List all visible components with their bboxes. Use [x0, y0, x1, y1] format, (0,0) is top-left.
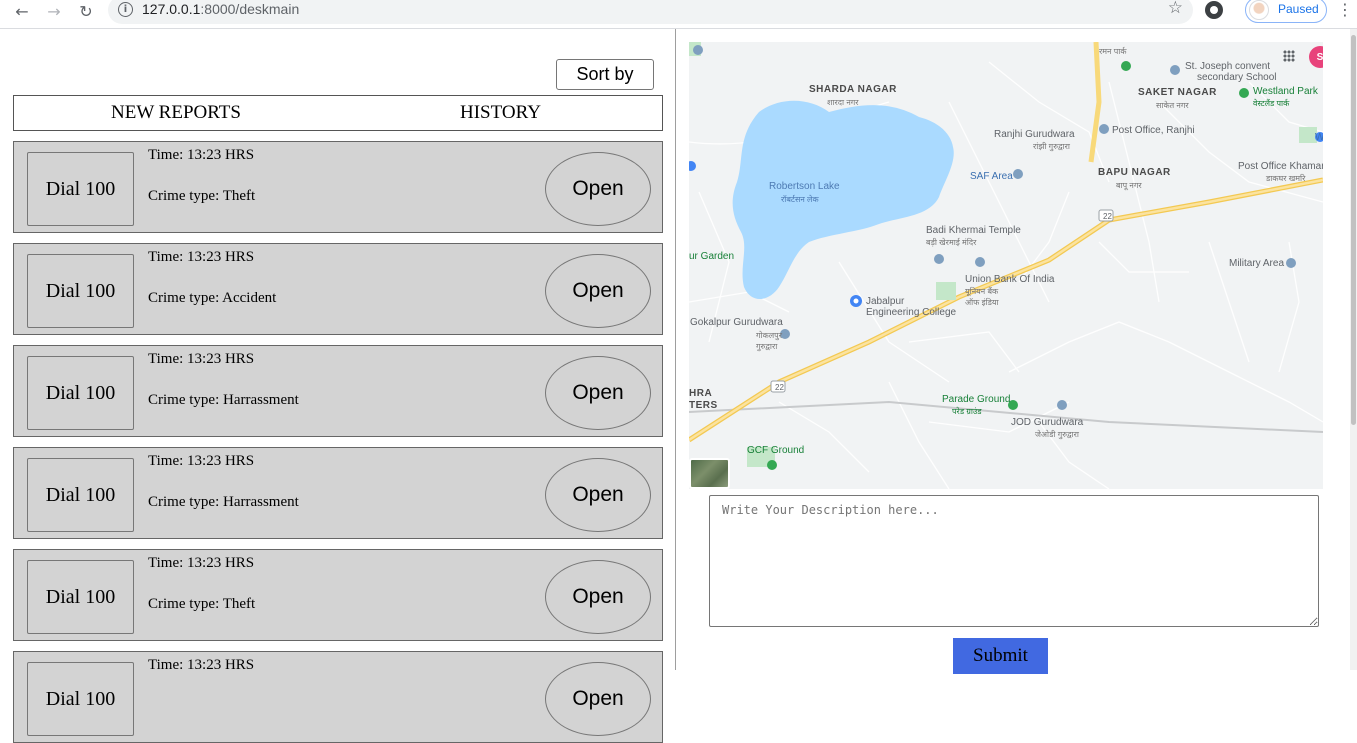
map-label: Parade Ground	[942, 394, 1011, 405]
map-label: Badi Khermai Temple	[926, 225, 1021, 236]
description-textarea[interactable]	[709, 495, 1319, 627]
map-label: Post Office Khamari	[1238, 161, 1323, 172]
forward-arrow-icon[interactable]: →	[40, 0, 68, 22]
map-label: रॉबर्टसन लेक	[781, 195, 819, 204]
map-label: Westland Park	[1253, 86, 1318, 97]
map-label: रमन पार्क	[1099, 47, 1127, 56]
sort-by-button[interactable]: Sort by	[556, 59, 654, 90]
open-report-button[interactable]: Open	[545, 356, 651, 430]
submit-button[interactable]: Submit	[953, 638, 1048, 674]
address-bar[interactable]: i 127.0.0.1:8000/deskmain ☆	[108, 0, 1193, 24]
more-menu-icon[interactable]: ⋮	[1337, 0, 1353, 22]
report-time: Time: 13:23 HRS	[148, 657, 255, 673]
map-label: गुरुद्वारा	[756, 342, 778, 351]
map-label: SAKET NAGAR	[1138, 87, 1217, 98]
crime-type: Crime type: Harrassment	[148, 392, 299, 408]
avatar	[1249, 0, 1269, 20]
map-label: शारदा नगर	[827, 98, 859, 107]
open-report-button[interactable]: Open	[545, 662, 651, 736]
report-time: Time: 13:23 HRS	[148, 453, 255, 469]
reports-pane: Sort by NEW REPORTS HISTORY Dial 100 Tim…	[0, 29, 676, 743]
report-card: Dial 100 Time: 13:23 HRS Open	[13, 651, 663, 743]
map-label: SHARDA NAGAR	[809, 84, 897, 95]
highway-shield-label: 22	[775, 383, 784, 392]
map-label: HRA	[689, 388, 713, 399]
map-label: बड़ी खेरमाई मंदिर	[926, 238, 977, 247]
map-label: गोकलपुर	[756, 331, 782, 340]
dial-source-box: Dial 100	[27, 356, 134, 430]
map-label: JOD Gurudwara	[1011, 417, 1084, 428]
report-card: Dial 100 Time: 13:23 HRS Crime type: The…	[13, 549, 663, 641]
browser-toolbar: ← → ↻ i 127.0.0.1:8000/deskmain ☆ Paused…	[0, 0, 1357, 29]
map-label: secondary School	[1197, 72, 1277, 83]
map-label: W	[1315, 132, 1323, 143]
crime-type: Crime type: Accident	[148, 290, 277, 306]
map-label: SAF Area	[970, 171, 1013, 182]
map-label: रांझी गुरुद्वारा	[1033, 142, 1070, 151]
map-label: बापू नगर	[1116, 181, 1142, 190]
map-label: BAPU NAGAR	[1098, 167, 1171, 178]
map-label: GCF Ground	[747, 445, 805, 456]
map-label: Post Office, Ranjhi	[1112, 125, 1195, 136]
map-label: यूनियन बैंक	[965, 287, 999, 296]
tab-history[interactable]: HISTORY	[460, 102, 541, 124]
dial-source-box: Dial 100	[27, 560, 134, 634]
report-time: Time: 13:23 HRS	[148, 147, 255, 163]
bookmark-star-icon[interactable]: ☆	[1168, 0, 1183, 18]
open-report-button[interactable]: Open	[545, 560, 651, 634]
open-report-button[interactable]: Open	[545, 254, 651, 328]
dial-source-box: Dial 100	[27, 662, 134, 736]
report-card: Dial 100 Time: 13:23 HRS Crime type: Har…	[13, 345, 663, 437]
map-label: St. Joseph convent	[1185, 61, 1271, 72]
satellite-layer-thumbnail[interactable]	[689, 458, 730, 489]
map-label: जेओडी गुरुद्वारा	[1035, 430, 1079, 439]
crime-type: Crime type: Theft	[148, 188, 256, 204]
open-report-button[interactable]: Open	[545, 458, 651, 532]
map-label: ur Garden	[689, 251, 735, 262]
dial-source-box: Dial 100	[27, 254, 134, 328]
reload-icon[interactable]: ↻	[72, 0, 100, 22]
dial-source-box: Dial 100	[27, 152, 134, 226]
crime-type: Crime type: Harrassment	[148, 494, 299, 510]
map-label: ऑफ इंडिया	[965, 298, 999, 307]
report-card: Dial 100 Time: 13:23 HRS Crime type: Har…	[13, 447, 663, 539]
apps-grid-icon[interactable]	[1283, 50, 1295, 62]
map-label: वेस्टलैंड पार्क	[1253, 99, 1290, 108]
map-canvas	[689, 42, 1323, 489]
profile-button[interactable]: Paused	[1245, 0, 1327, 23]
map-label: Engineering College	[866, 307, 957, 318]
info-icon[interactable]: i	[118, 2, 133, 17]
map-label: Ranjhi Gurudwara	[994, 129, 1075, 140]
map-label: Gokalpur Gurudwara	[690, 317, 783, 328]
map-label: परेड ग्राउंड	[952, 407, 982, 416]
map-label: Union Bank Of India	[965, 274, 1055, 285]
highway-shield-label: 22	[1103, 212, 1112, 221]
map-label: डाकघर खमरि	[1266, 174, 1306, 183]
report-time: Time: 13:23 HRS	[148, 555, 255, 571]
profile-status: Paused	[1278, 2, 1319, 16]
report-card: Dial 100 Time: 13:23 HRS Crime type: Acc…	[13, 243, 663, 335]
map-label: Jabalpur	[866, 296, 905, 307]
url-text[interactable]: 127.0.0.1:8000/deskmain	[142, 1, 299, 17]
tab-new-reports[interactable]: NEW REPORTS	[111, 102, 241, 124]
crime-type: Crime type: Theft	[148, 596, 256, 612]
report-time: Time: 13:23 HRS	[148, 249, 255, 265]
dial-source-box: Dial 100	[27, 458, 134, 532]
report-card: Dial 100 Time: 13:23 HRS Crime type: The…	[13, 141, 663, 233]
map-label: साकेत नगर	[1156, 101, 1189, 110]
map-label: Robertson Lake	[769, 181, 840, 192]
scrollbar-thumb[interactable]	[1351, 35, 1356, 425]
back-arrow-icon[interactable]: ←	[8, 0, 36, 22]
extension-icon[interactable]	[1205, 1, 1223, 19]
pane-divider	[675, 29, 676, 670]
report-tabs: NEW REPORTS HISTORY	[13, 95, 663, 131]
map-label: Military Area	[1229, 258, 1285, 269]
map-view[interactable]: 22 22 रमन पार्क SHARDA NAGAR शारदा नगर S…	[689, 42, 1323, 489]
report-time: Time: 13:23 HRS	[148, 351, 255, 367]
map-label: TERS	[689, 400, 718, 411]
open-report-button[interactable]: Open	[545, 152, 651, 226]
